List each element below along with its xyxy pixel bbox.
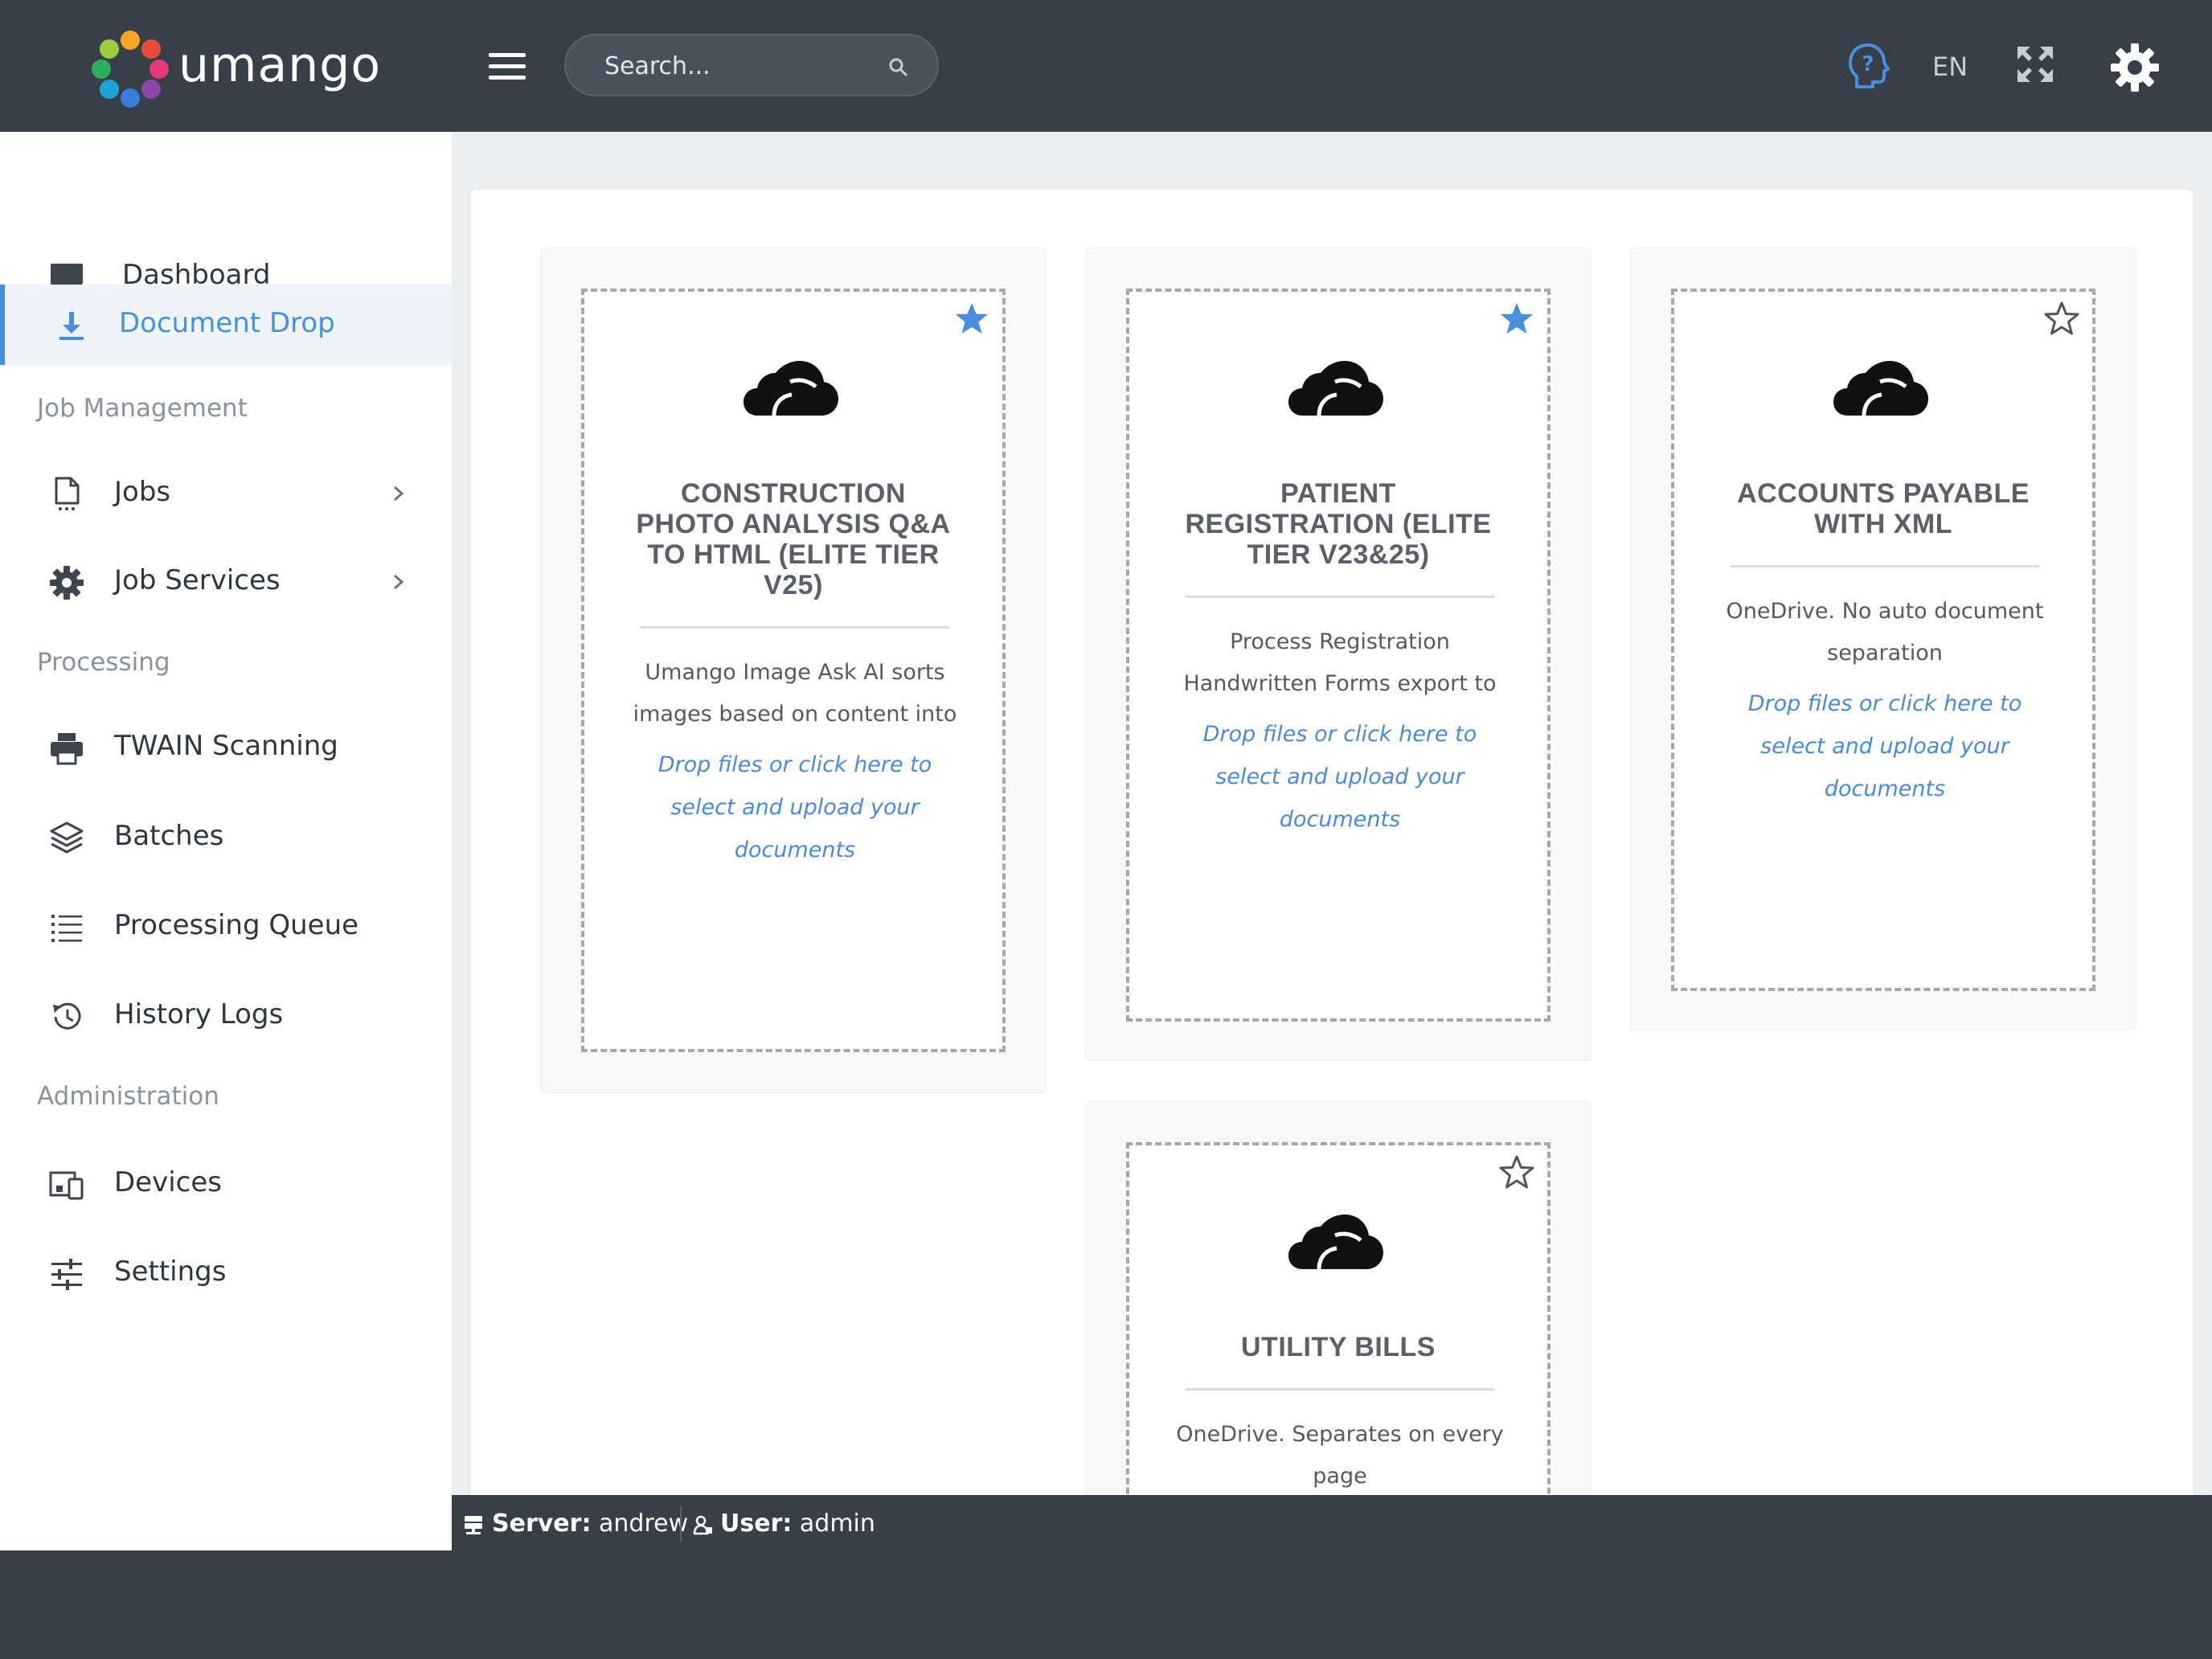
document-drop-panel: CONSTRUCTION PHOTO ANALYSIS Q&A TO HTML … [471, 190, 2193, 1495]
sidebar-item-label: Processing Queue [114, 909, 359, 941]
language-selector[interactable]: EN [1932, 51, 1968, 82]
gear-icon[interactable] [2109, 42, 2161, 93]
divider [1731, 565, 2039, 567]
help-icon[interactable]: ? [1845, 42, 1890, 90]
sidebar-item-label: Jobs [114, 476, 171, 508]
section-processing: Processing [37, 648, 170, 677]
job-description: OneDrive. Separates on every page [1176, 1422, 1504, 1489]
sidebar-item-label: Devices [114, 1166, 222, 1198]
server-icon [465, 1516, 482, 1534]
svg-text:?: ? [1862, 52, 1874, 76]
search-icon[interactable] [887, 56, 908, 77]
job-description: Process Registration Handwritten Forms e… [1183, 629, 1497, 696]
sidebar-item-job-services[interactable]: Job Services [0, 542, 452, 622]
sidebar-item-batches[interactable]: Batches [0, 797, 452, 878]
star-filled-icon[interactable] [952, 300, 991, 338]
sliders-icon [51, 1259, 82, 1290]
sidebar-item-label: Settings [114, 1256, 227, 1288]
document-icon [55, 477, 80, 510]
main-content: CONSTRUCTION PHOTO ANALYSIS Q&A TO HTML … [452, 132, 2212, 1495]
history-icon [53, 1002, 81, 1030]
umango-logo[interactable]: umango [88, 27, 380, 111]
job-description: Umango Image Ask AI sorts images based o… [633, 660, 957, 727]
sidebar: Dashboard Document Drop Job Management J… [0, 132, 452, 1550]
sidebar-item-label: TWAIN Scanning [114, 730, 338, 762]
search-input[interactable] [603, 47, 879, 85]
user-value: admin [799, 1509, 875, 1538]
user-icon [693, 1515, 712, 1535]
footer-background [0, 1553, 2212, 1659]
divider [1186, 1388, 1494, 1391]
server-info: Server: andrew [492, 1509, 688, 1538]
printer-icon [51, 733, 83, 765]
job-card: CONSTRUCTION PHOTO ANALYSIS Q&A TO HTML … [540, 248, 1047, 1093]
drop-zone[interactable]: CONSTRUCTION PHOTO ANALYSIS Q&A TO HTML … [581, 289, 1006, 1052]
job-card: ACCOUNTS PAYABLE WITH XML OneDrive. No a… [1630, 248, 2136, 1030]
menu-toggle-button[interactable] [489, 53, 526, 80]
onedrive-cloud-icon [1288, 361, 1383, 416]
user-info: User: admin [720, 1509, 875, 1538]
drop-zone[interactable]: ACCOUNTS PAYABLE WITH XML OneDrive. No a… [1671, 289, 2095, 991]
sidebar-item-devices[interactable]: Devices [0, 1144, 452, 1224]
sidebar-item-label: History Logs [114, 998, 284, 1030]
sidebar-item-document-drop[interactable]: Document Drop [0, 285, 452, 365]
top-bar: umango ? EN [0, 0, 2212, 132]
sidebar-item-history-logs[interactable]: History Logs [0, 976, 452, 1056]
user-label: User: [720, 1509, 793, 1538]
sidebar-item-label: Document Drop [119, 307, 335, 339]
search-box [564, 34, 939, 96]
star-outline-icon[interactable] [2042, 300, 2081, 338]
sidebar-item-twain-scanning[interactable]: TWAIN Scanning [0, 707, 452, 788]
upload-link[interactable]: Drop files or click here to select and u… [1178, 713, 1502, 841]
onedrive-cloud-icon [1833, 361, 1928, 416]
job-description: OneDrive. No auto document separation [1726, 599, 2044, 666]
list-icon [51, 915, 82, 942]
divider [1186, 596, 1494, 598]
devices-icon [49, 1171, 84, 1200]
fullscreen-icon[interactable] [2016, 45, 2054, 84]
server-label: Server: [492, 1509, 592, 1538]
cog-icon [50, 566, 84, 600]
drop-zone[interactable]: PATIENT REGISTRATION (ELITE TIER V23&25)… [1126, 289, 1550, 1022]
onedrive-cloud-icon [1288, 1215, 1383, 1270]
star-filled-icon[interactable] [1497, 300, 1536, 338]
job-title: ACCOUNTS PAYABLE WITH XML [1737, 478, 2030, 539]
drop-zone[interactable]: UTILITY BILLS OneDrive. Separates on eve… [1126, 1142, 1550, 1495]
star-outline-icon[interactable] [1497, 1153, 1536, 1192]
job-card: UTILITY BILLS OneDrive. Separates on eve… [1085, 1101, 1591, 1495]
status-bar: Server: andrew User: admin [452, 1495, 2212, 1553]
sidebar-item-label: Job Services [114, 564, 281, 596]
job-title: PATIENT REGISTRATION (ELITE TIER V23&25) [1185, 478, 1492, 570]
divider [641, 626, 949, 629]
chevron-right-icon [394, 574, 404, 590]
logo-text: umango [178, 37, 382, 93]
logo-mark-icon [92, 31, 169, 108]
section-job-management: Job Management [37, 394, 248, 423]
sidebar-item-jobs[interactable]: Jobs [0, 453, 452, 534]
job-card: PATIENT REGISTRATION (ELITE TIER V23&25)… [1085, 248, 1591, 1061]
upload-link[interactable]: Drop files or click here to select and u… [633, 743, 957, 871]
download-icon [59, 312, 84, 340]
section-administration: Administration [37, 1082, 219, 1111]
chevron-right-icon [394, 485, 404, 502]
sidebar-item-processing-queue[interactable]: Processing Queue [0, 887, 452, 967]
sidebar-item-settings[interactable]: Settings [0, 1233, 452, 1313]
layers-icon [50, 821, 84, 854]
job-title: UTILITY BILLS [1241, 1332, 1436, 1362]
server-value: andrew [599, 1509, 689, 1538]
onedrive-cloud-icon [743, 361, 838, 416]
status-separator [680, 1506, 682, 1542]
sidebar-item-label: Batches [114, 820, 224, 852]
job-title: CONSTRUCTION PHOTO ANALYSIS Q&A TO HTML … [636, 478, 951, 600]
upload-link[interactable]: Drop files or click here to select and u… [1722, 682, 2047, 810]
